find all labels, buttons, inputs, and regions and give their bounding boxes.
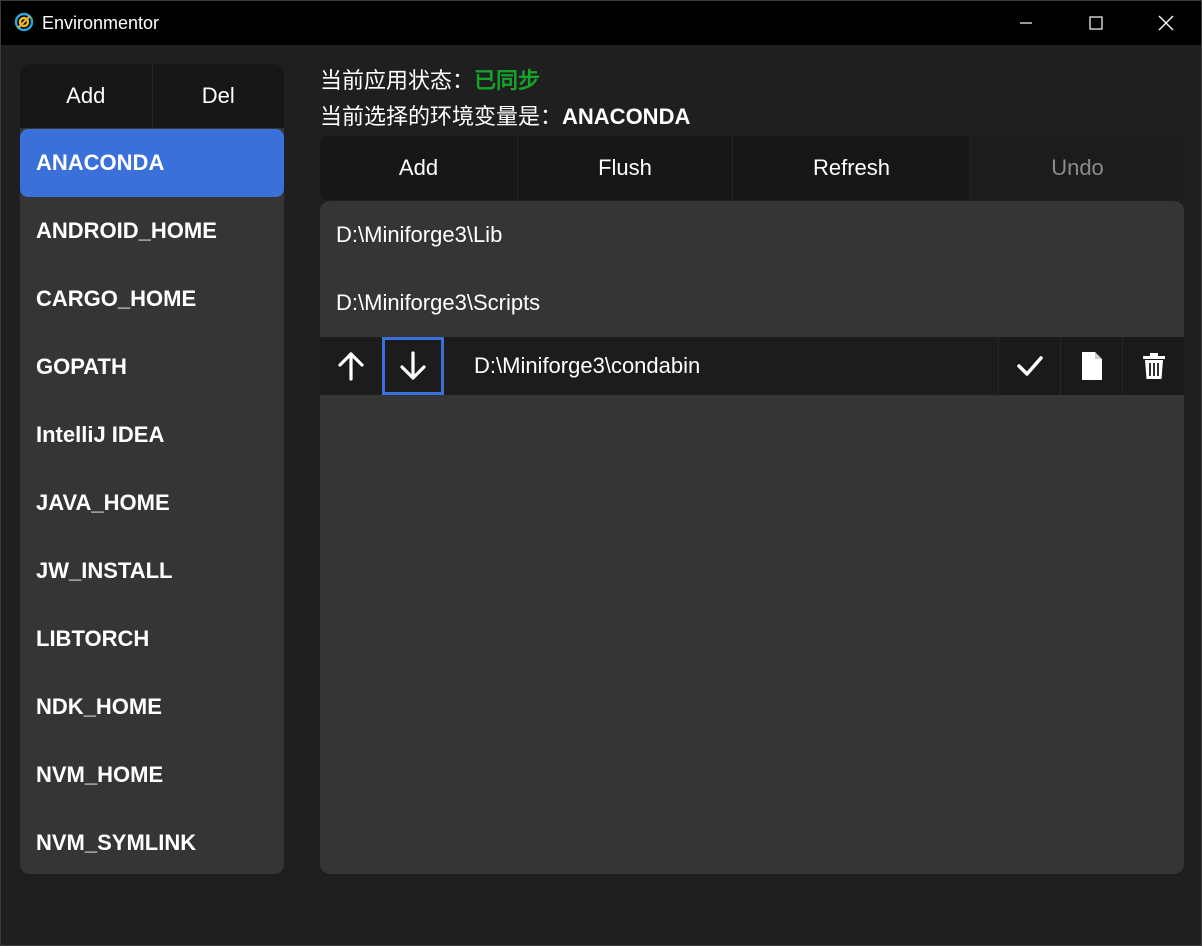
sidebar-item-cargo-home[interactable]: CARGO_HOME — [20, 265, 284, 333]
app-status-label: 当前应用状态： — [320, 68, 475, 93]
path-toolbar: Add Flush Refresh Undo — [320, 136, 1184, 200]
delete-variable-button[interactable]: Del — [151, 64, 285, 128]
sidebar-item-jw-install[interactable]: JW_INSTALL — [20, 537, 284, 605]
active-path-value[interactable]: D:\Miniforge3\condabin — [474, 337, 700, 395]
title-bar[interactable]: Environmentor — [1, 1, 1201, 45]
move-up-button[interactable] — [320, 337, 382, 395]
file-icon — [1081, 352, 1102, 380]
app-window: Environmentor Add Del ANACONDA ANDROID_H… — [0, 0, 1202, 946]
window-title: Environmentor — [42, 13, 160, 33]
delete-path-button[interactable] — [1122, 337, 1184, 395]
selected-var-value: ANACONDA — [562, 104, 691, 129]
env-var-list: ANACONDA ANDROID_HOME CARGO_HOME GOPATH … — [20, 129, 284, 874]
minimize-icon — [1020, 22, 1032, 24]
sidebar-item-java-home[interactable]: JAVA_HOME — [20, 469, 284, 537]
confirm-button[interactable] — [998, 337, 1060, 395]
refresh-button[interactable]: Refresh — [732, 136, 970, 200]
path-row[interactable]: D:\Miniforge3\Scripts — [320, 269, 1184, 337]
app-status-value: 已同步 — [474, 68, 541, 93]
path-list-panel: D:\Miniforge3\Lib D:\Miniforge3\Scripts … — [320, 201, 1184, 874]
add-path-button[interactable]: Add — [320, 136, 517, 200]
open-file-button[interactable] — [1060, 337, 1122, 395]
close-button[interactable] — [1131, 1, 1201, 45]
undo-button[interactable]: Undo — [970, 136, 1184, 200]
check-icon — [1016, 356, 1043, 376]
arrow-down-icon — [400, 351, 426, 380]
trash-icon — [1142, 353, 1165, 379]
sidebar-item-android-home[interactable]: ANDROID_HOME — [20, 197, 284, 265]
arrow-up-icon — [338, 352, 364, 381]
move-down-button[interactable] — [382, 337, 444, 395]
path-row[interactable]: D:\Miniforge3\Lib — [320, 201, 1184, 269]
sidebar-item-ndk-home[interactable]: NDK_HOME — [20, 673, 284, 741]
minimize-button[interactable] — [991, 1, 1061, 45]
maximize-icon — [1089, 16, 1103, 30]
close-icon — [1158, 15, 1174, 31]
sidebar-item-nvm-symlink[interactable]: NVM_SYMLINK — [20, 809, 284, 874]
maximize-button[interactable] — [1061, 1, 1131, 45]
sidebar-item-nvm-home[interactable]: NVM_HOME — [20, 741, 284, 809]
sidebar-item-anaconda[interactable]: ANACONDA — [20, 129, 284, 197]
selected-var-label: 当前选择的环境变量是： — [320, 104, 563, 129]
selected-var-line: 当前选择的环境变量是：ANACONDA — [320, 103, 690, 131]
app-status-line: 当前应用状态：已同步 — [320, 67, 540, 95]
app-logo-icon — [14, 12, 34, 32]
sidebar-toolbar: Add Del — [20, 64, 284, 128]
sidebar-item-gopath[interactable]: GOPATH — [20, 333, 284, 401]
flush-button[interactable]: Flush — [517, 136, 732, 200]
sidebar-item-libtorch[interactable]: LIBTORCH — [20, 605, 284, 673]
path-row-active[interactable]: D:\Miniforge3\condabin — [320, 337, 1184, 395]
sidebar-item-intellij-idea[interactable]: IntelliJ IDEA — [20, 401, 284, 469]
env-var-sidebar: Add Del ANACONDA ANDROID_HOME CARGO_HOME… — [20, 64, 284, 874]
add-variable-button[interactable]: Add — [20, 64, 152, 128]
